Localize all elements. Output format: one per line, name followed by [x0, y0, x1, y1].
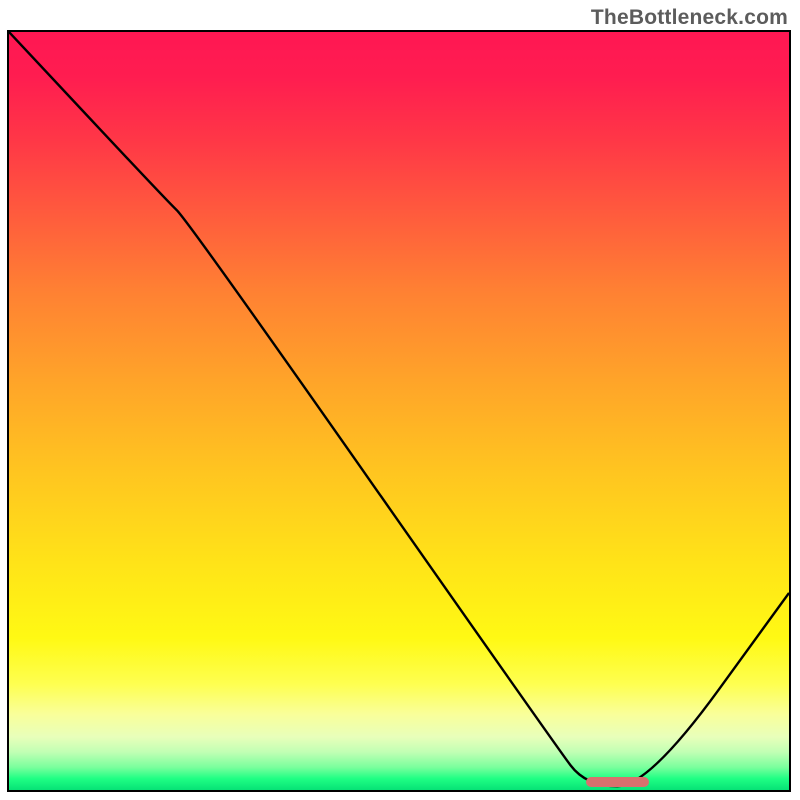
curve-path	[9, 32, 789, 786]
watermark-text: TheBottleneck.com	[591, 6, 788, 30]
optimal-range-marker	[586, 777, 648, 787]
chart-plot-area	[7, 30, 791, 792]
bottleneck-curve	[9, 32, 789, 790]
